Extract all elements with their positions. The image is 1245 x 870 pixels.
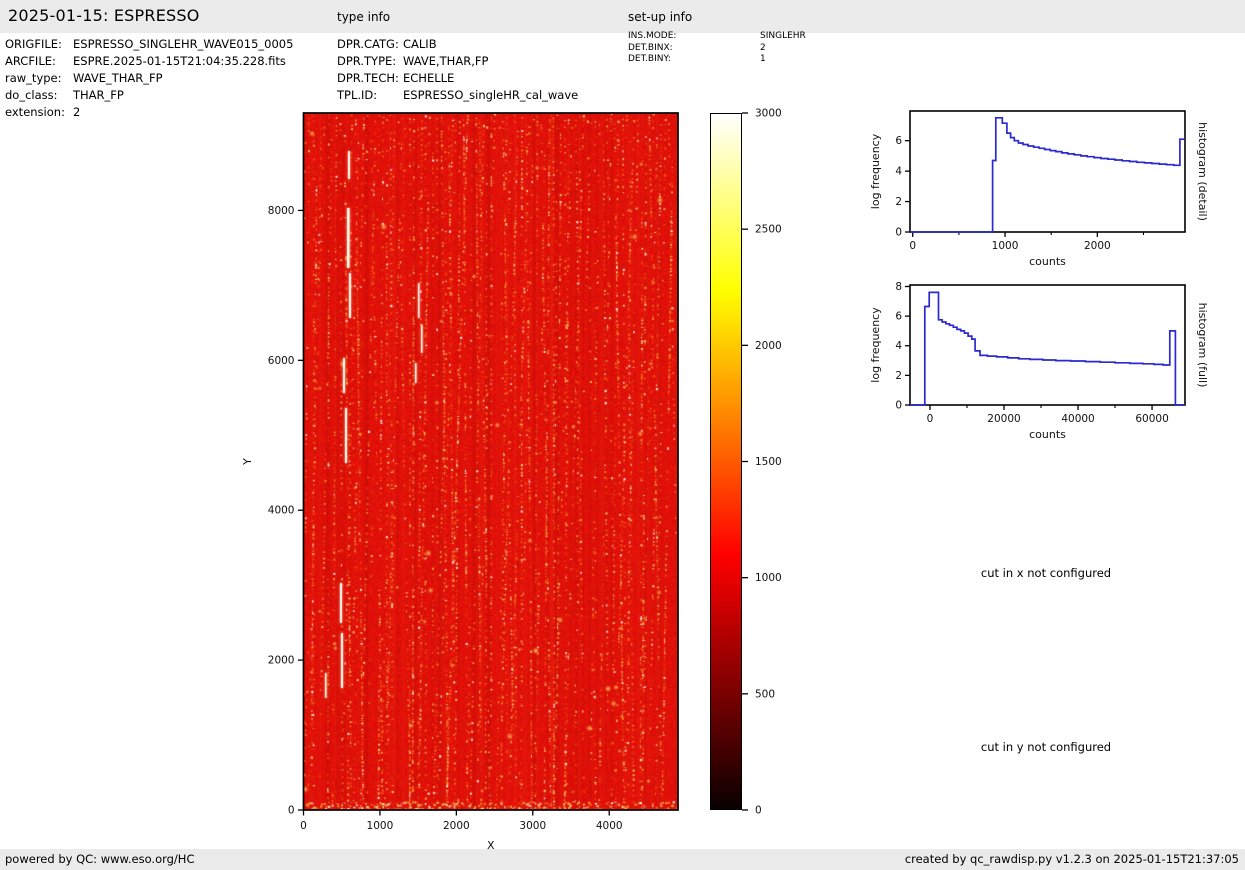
x-tick-label: 0	[909, 240, 916, 252]
y-tick-label: 6	[895, 135, 902, 147]
cut-in-x-message: cut in x not configured	[920, 566, 1172, 580]
histogram-full-frame	[910, 285, 1185, 405]
y-tick-label: 2	[895, 370, 902, 382]
y-tick-label: 4	[895, 340, 902, 352]
x-axis-label: counts	[1029, 428, 1066, 441]
y-tick-label: 4000	[268, 505, 295, 517]
y-tick-label: 8	[895, 281, 902, 293]
x-tick-label: 2000	[443, 820, 470, 832]
x-tick-label: 4000	[596, 820, 623, 832]
colorbar-axis: 0 500 1000 1500 2000 2500 3000	[742, 108, 782, 817]
y-tick-label: 8000	[268, 205, 295, 217]
x-tick-label: 20000	[987, 413, 1020, 425]
y-tick-label: 0	[895, 400, 902, 412]
colorbar-tick-label: 1500	[755, 456, 782, 468]
x-tick-label: 1000	[367, 820, 394, 832]
main-plot-frame	[304, 113, 679, 810]
histogram-full-line	[910, 292, 1185, 405]
y-tick-label: 2000	[268, 655, 295, 667]
colorbar-tick-label: 500	[755, 688, 775, 700]
histogram-detail-frame	[910, 111, 1185, 232]
colorbar-tick-label: 3000	[755, 108, 782, 120]
right-axis-label: histogram (detail)	[1196, 122, 1209, 221]
colorbar-tick-label: 0	[755, 805, 762, 817]
x-tick-label: 3000	[519, 820, 546, 832]
y-axis-label: log frequency	[869, 133, 882, 209]
right-axis-label: histogram (full)	[1196, 303, 1209, 388]
qc-report-page: 2025-01-15: ESPRESSO type info set-up in…	[0, 0, 1245, 870]
y-axis-label: Y	[241, 458, 254, 466]
y-tick-label: 0	[895, 227, 902, 239]
x-tick-label: 0	[927, 413, 934, 425]
y-tick-label: 0	[288, 805, 295, 817]
x-axis-label: counts	[1029, 255, 1066, 268]
y-axis-label: log frequency	[869, 307, 882, 383]
footer-created-by: created by qc_rawdisp.py v1.2.3 on 2025-…	[905, 852, 1239, 866]
x-tick-label: 0	[300, 820, 307, 832]
y-tick-label: 4	[895, 166, 902, 178]
x-tick-label: 40000	[1061, 413, 1094, 425]
cut-in-y-message: cut in y not configured	[920, 740, 1172, 754]
colorbar-tick-label: 2500	[755, 224, 782, 236]
colorbar-tick-label: 1000	[755, 572, 782, 584]
x-tick-label: 1000	[992, 240, 1019, 252]
x-tick-label: 2000	[1084, 240, 1111, 252]
y-tick-label: 6000	[268, 355, 295, 367]
histogram-full-plot: 0 20000 40000 60000 0 2 4 6 8 counts log frequency…	[869, 281, 1209, 441]
y-tick-label: 6	[895, 311, 902, 323]
histogram-detail-plot: 0 1000 2000 0 2 4 6 counts log frequency histogra…	[869, 111, 1209, 268]
y-tick-label: 2	[895, 196, 902, 208]
main-plot-axes: 0100020003000400002000400060008000XY	[241, 113, 678, 852]
x-tick-label: 60000	[1135, 413, 1168, 425]
histogram-detail-line	[910, 118, 1185, 232]
colorbar-tick-label: 2000	[755, 340, 782, 352]
footer-powered-by: powered by QC: www.eso.org/HC	[5, 852, 194, 866]
